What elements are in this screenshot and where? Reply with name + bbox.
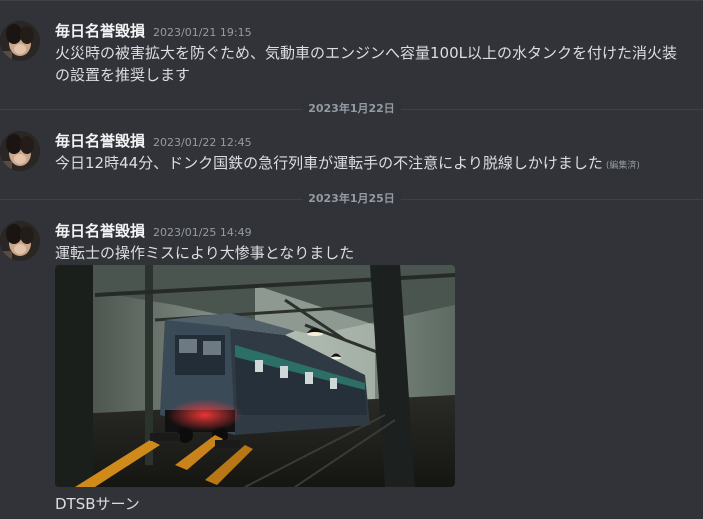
chat-message-list: 毎日名誉毀損 2023/01/21 19:15 火災時の被害拡大を防ぐため、気動… — [0, 0, 703, 519]
message-content: 火災時の被害拡大を防ぐため、気動車のエンジンへ容量100L以上の水タンクを付けた… — [55, 42, 703, 86]
attachment-caption: DTSBサーン — [55, 495, 140, 513]
avatar[interactable] — [0, 21, 40, 61]
date-divider: 2023年1月25日 — [0, 192, 703, 206]
image-attachment[interactable] — [55, 265, 455, 487]
avatar[interactable] — [0, 131, 40, 171]
message-header: 毎日名誉毀損 2023/01/25 14:49 — [55, 221, 252, 241]
message-text: 今日12時44分、ドンク国鉄の急行列車が運転手の不注意により脱線しかけました — [55, 154, 603, 172]
date-divider-label: 2023年1月25日 — [302, 192, 401, 206]
message-content: 運転士の操作ミスにより大惨事となりました — [55, 242, 703, 264]
message-content: 今日12時44分、ドンク国鉄の急行列車が運転手の不注意により脱線しかけました (編… — [55, 152, 703, 177]
avatar[interactable] — [0, 221, 40, 261]
date-divider: 2023年1月22日 — [0, 102, 703, 116]
username[interactable]: 毎日名誉毀損 — [55, 131, 145, 151]
date-divider — [0, 0, 703, 1]
message-header: 毎日名誉毀損 2023/01/21 19:15 — [55, 21, 252, 41]
message-text-line: 火災時の被害拡大を防ぐため、気動車のエンジンへ容量100L以上の水タンクを付けた… — [55, 44, 677, 62]
date-divider-label: 2023年1月22日 — [302, 102, 401, 116]
username[interactable]: 毎日名誉毀損 — [55, 21, 145, 41]
username[interactable]: 毎日名誉毀損 — [55, 221, 145, 241]
message-text-line: の設置を推奨します — [55, 66, 191, 84]
timestamp[interactable]: 2023/01/25 14:49 — [153, 223, 252, 243]
timestamp[interactable]: 2023/01/22 12:45 — [153, 133, 252, 153]
message-text: 運転士の操作ミスにより大惨事となりました — [55, 244, 355, 262]
train-depot-image — [55, 265, 455, 487]
message-header: 毎日名誉毀損 2023/01/22 12:45 — [55, 131, 252, 151]
timestamp[interactable]: 2023/01/21 19:15 — [153, 23, 252, 43]
edited-label: (編集済) — [605, 161, 640, 171]
